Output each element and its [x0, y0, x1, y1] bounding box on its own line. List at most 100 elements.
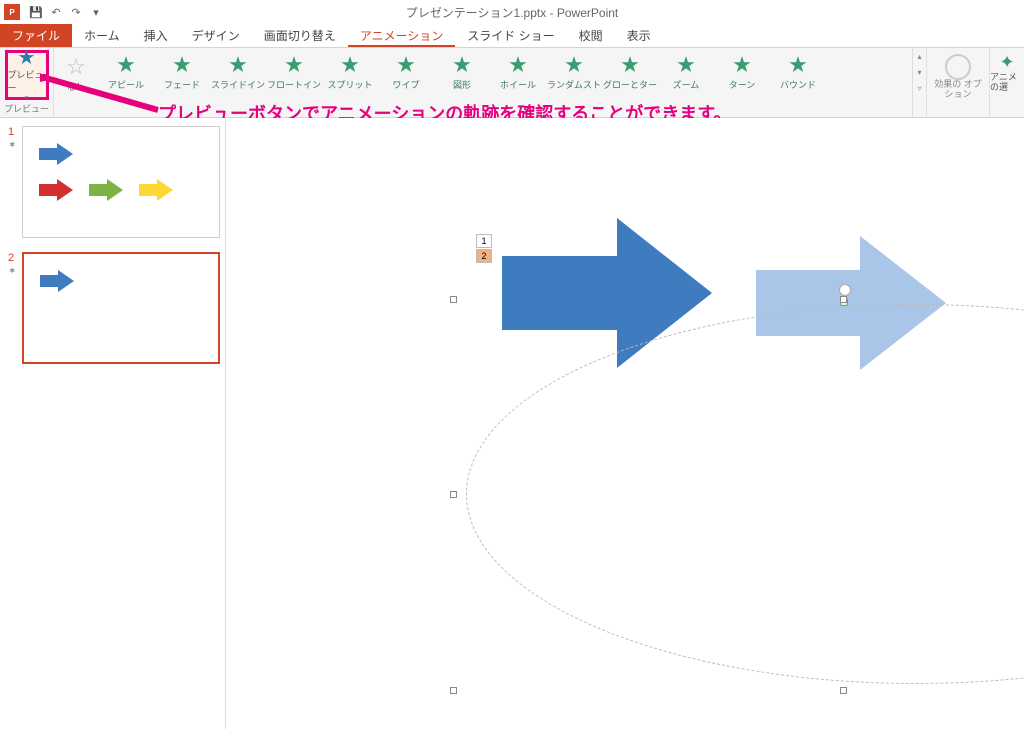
- star-icon: ★: [116, 52, 136, 78]
- effect-options-button[interactable]: 効果の オプション: [931, 50, 985, 100]
- animation-gallery-item-label: フロートイン: [267, 78, 321, 91]
- effect-options-icon: [945, 54, 971, 80]
- preview-button[interactable]: ★ プレビュー ▾: [5, 50, 49, 100]
- animation-gallery-item-label: ワイプ: [393, 78, 420, 91]
- undo-button[interactable]: ↶: [46, 2, 66, 22]
- animation-selection-button[interactable]: ✦ アニメ の選: [990, 48, 1024, 117]
- gallery-more-button[interactable]: ▿: [913, 80, 926, 96]
- gallery-scroll-up[interactable]: ▴: [913, 48, 926, 64]
- animation-gallery-item-label: スプリット: [328, 78, 373, 91]
- animation-gallery-item-label: ズーム: [673, 78, 700, 91]
- star-icon: ★: [676, 52, 696, 78]
- star-icon: ★: [732, 52, 752, 78]
- selection-handle[interactable]: [450, 687, 457, 694]
- star-play-icon: ★: [18, 48, 36, 68]
- tab-design[interactable]: デザイン: [180, 24, 252, 47]
- arrow-shape-icon: [89, 179, 123, 201]
- ribbon-group-preview: ★ プレビュー ▾ プレビュー: [0, 48, 54, 117]
- tab-insert[interactable]: 挿入: [132, 24, 180, 47]
- slide-edit-area[interactable]: 1 2: [226, 118, 1024, 729]
- main-area: 1 ✶ 2 ✶ 1 2: [0, 118, 1024, 729]
- animation-gallery-item[interactable]: ★フロートイン: [266, 52, 322, 91]
- selection-handle[interactable]: [840, 296, 847, 303]
- animation-gallery-item[interactable]: ★ワイプ: [378, 52, 434, 91]
- star-icon: ★: [172, 52, 192, 78]
- animation-gallery-item[interactable]: ★スライドイン: [210, 52, 266, 91]
- tab-slideshow[interactable]: スライド ショー: [455, 24, 566, 47]
- rotate-handle-icon[interactable]: [839, 284, 851, 296]
- tab-review[interactable]: 校閲: [567, 24, 615, 47]
- tab-file[interactable]: ファイル: [0, 24, 72, 47]
- animation-none-label: なし: [67, 80, 85, 93]
- animation-tag-1[interactable]: 1: [476, 234, 492, 248]
- slide-thumbnail-canvas: [22, 126, 220, 238]
- slide-thumbnail-1[interactable]: 1 ✶: [10, 126, 215, 238]
- tab-home[interactable]: ホーム: [72, 24, 132, 47]
- animation-none-button[interactable]: ☆ なし: [54, 48, 98, 117]
- star-icon: ★: [788, 52, 808, 78]
- animation-gallery-item-label: スライドイン: [211, 78, 265, 91]
- ribbon-group-preview-label: プレビュー: [4, 102, 49, 117]
- star-icon: ★: [564, 52, 584, 78]
- tab-transitions[interactable]: 画面切り替え: [252, 24, 348, 47]
- animation-gallery-item-label: ホイール: [500, 78, 536, 91]
- animation-gallery-item[interactable]: ★図形: [434, 52, 490, 91]
- powerpoint-app-icon: P: [4, 4, 20, 20]
- arrow-shape-icon: [39, 179, 73, 201]
- slide-thumbnail-panel: 1 ✶ 2 ✶: [0, 118, 226, 729]
- star-icon: ★: [620, 52, 640, 78]
- animation-gallery-item[interactable]: ★ランダムスト…: [546, 52, 602, 91]
- star-icon: ★: [452, 52, 472, 78]
- animation-gallery-item-label: ターン: [729, 78, 756, 91]
- selection-handle[interactable]: [840, 687, 847, 694]
- qat-customize-button[interactable]: ▾: [86, 2, 106, 22]
- animation-gallery-item-label: グローとターン: [603, 78, 657, 91]
- preview-button-label: プレビュー: [8, 68, 46, 94]
- animation-selection-label: アニメ の選: [990, 73, 1024, 93]
- animation-gallery-item[interactable]: ★バウンド: [770, 52, 826, 91]
- ribbon-tabs: ファイル ホーム 挿入 デザイン 画面切り替え アニメーション スライド ショー…: [0, 24, 1024, 48]
- star-icon: ★: [508, 52, 528, 78]
- window-title: プレゼンテーション1.pptx - PowerPoint: [406, 4, 618, 21]
- animation-order-tags: 1 2: [476, 234, 492, 263]
- animation-gallery-item[interactable]: ★フェード: [154, 52, 210, 91]
- star-icon: ★: [284, 52, 304, 78]
- slide-thumbnail-2[interactable]: 2 ✶: [10, 252, 215, 364]
- animation-indicator-icon: ✶: [8, 266, 16, 277]
- ribbon-group-effect-options: 効果の オプション: [926, 48, 990, 117]
- animation-gallery-item-label: バウンド: [780, 78, 816, 91]
- animation-indicator-icon: ✶: [8, 140, 16, 151]
- animation-gallery-item-label: 図形: [453, 78, 471, 91]
- redo-button[interactable]: ↷: [66, 2, 86, 22]
- selection-handle[interactable]: [450, 296, 457, 303]
- animation-gallery-item-label: フェード: [164, 78, 200, 91]
- star-outline-icon: ☆: [66, 54, 86, 80]
- gallery-scroll: ▴ ▾ ▿: [912, 48, 926, 117]
- tab-animations[interactable]: アニメーション: [348, 24, 456, 47]
- save-button[interactable]: 💾: [26, 2, 46, 22]
- animation-gallery-item[interactable]: ★スプリット: [322, 52, 378, 91]
- slide-thumbnail-canvas: [22, 252, 220, 364]
- gallery-scroll-down[interactable]: ▾: [913, 64, 926, 80]
- slide-number: 2: [8, 252, 14, 264]
- star-icon: ★: [340, 52, 360, 78]
- star-icon: ★: [228, 52, 248, 78]
- tab-view[interactable]: 表示: [615, 24, 663, 47]
- star-icon: ★: [396, 52, 416, 78]
- effect-options-label: 効果の オプション: [931, 80, 985, 100]
- animation-gallery-item-label: アピール: [108, 78, 144, 91]
- animation-gallery-item-label: ランダムスト…: [547, 78, 601, 91]
- animation-gallery-item[interactable]: ★ズーム: [658, 52, 714, 91]
- selection-handle[interactable]: [450, 491, 457, 498]
- animation-gallery-item[interactable]: ★グローとターン: [602, 52, 658, 91]
- quick-access-toolbar: P 💾 ↶ ↷ ▾ プレゼンテーション1.pptx - PowerPoint: [0, 0, 1024, 24]
- star-plus-icon: ✦: [999, 52, 1014, 73]
- animation-gallery-item[interactable]: ★ホイール: [490, 52, 546, 91]
- animation-tag-2[interactable]: 2: [476, 249, 492, 263]
- slide-number: 1: [8, 126, 14, 138]
- animation-gallery-item[interactable]: ★ターン: [714, 52, 770, 91]
- animation-gallery-item[interactable]: ★アピール: [98, 52, 154, 91]
- arrow-shape-icon: [40, 270, 74, 292]
- chevron-down-icon: ▾: [25, 94, 29, 102]
- arrow-shape-icon: [139, 179, 173, 201]
